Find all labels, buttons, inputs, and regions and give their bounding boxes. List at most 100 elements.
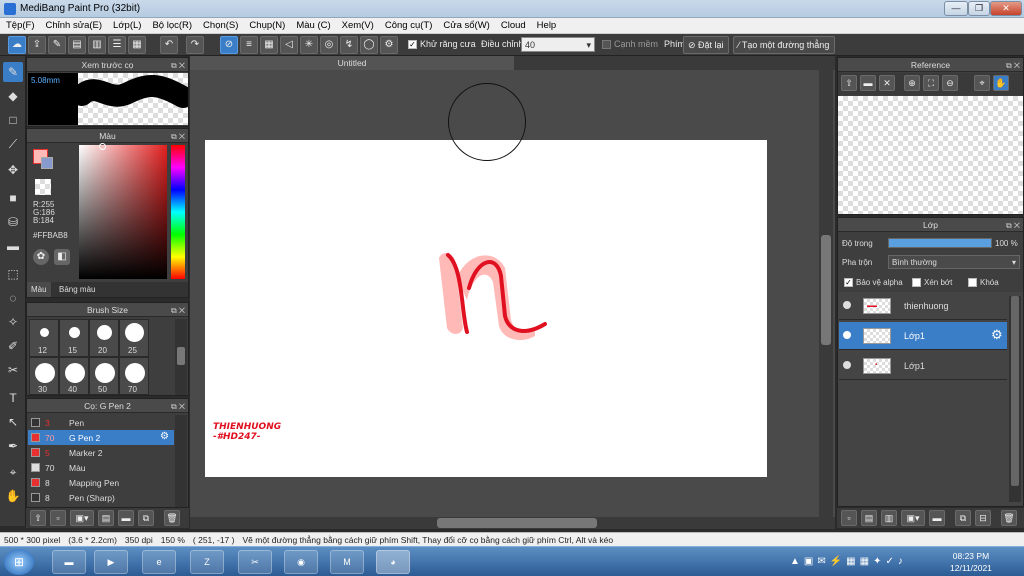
trash-icon[interactable]: 🗑 bbox=[164, 510, 180, 526]
scroll-thumb[interactable] bbox=[437, 518, 597, 528]
eyedropper-icon[interactable]: ⌖ bbox=[974, 75, 990, 91]
secondary-color-swatch[interactable] bbox=[41, 157, 53, 169]
document-icon[interactable]: ▥ bbox=[88, 36, 106, 54]
brush-size-scrollbar[interactable] bbox=[175, 319, 187, 395]
brush-row-pen[interactable]: 3 Pen bbox=[28, 415, 174, 430]
menu-filter[interactable]: Bộ lọc(R) bbox=[146, 18, 197, 31]
menu-cloud[interactable]: Cloud bbox=[495, 18, 531, 31]
clip-checkbox[interactable]: Xén bớt bbox=[912, 278, 952, 288]
eye-icon[interactable] bbox=[843, 331, 851, 339]
new-layer-icon[interactable]: ▫ bbox=[841, 510, 857, 526]
opacity-slider[interactable] bbox=[888, 238, 992, 248]
eyedropper-tool-icon[interactable]: ⌖ bbox=[3, 462, 23, 482]
undo-icon[interactable]: ↶ bbox=[160, 36, 178, 54]
menu-snap[interactable]: Chụp(N) bbox=[243, 18, 290, 31]
move-tool-icon[interactable]: ✥ bbox=[3, 160, 23, 180]
dot-tool-icon[interactable]: □ bbox=[3, 110, 23, 130]
bucket-tool-icon[interactable]: ⛁ bbox=[3, 212, 23, 232]
text-tool-icon[interactable]: T bbox=[3, 388, 23, 408]
cloud-icon[interactable]: ☁ bbox=[8, 36, 26, 54]
eraser-tool-icon[interactable]: ◆ bbox=[3, 86, 23, 106]
divide-tool-icon[interactable]: ✒ bbox=[3, 436, 23, 456]
fit-icon[interactable]: ⛶ bbox=[923, 75, 939, 91]
document-tab[interactable]: Untitled bbox=[190, 56, 514, 70]
colors-taskbar-icon[interactable]: ◕ bbox=[376, 550, 410, 574]
size-cell-40[interactable]: 40 bbox=[59, 357, 89, 395]
line-tool-icon[interactable]: ⟋ bbox=[3, 134, 23, 154]
brush-row-marker-2[interactable]: 5 Marker 2 bbox=[28, 445, 174, 460]
zoom-out-icon[interactable]: ⊖ bbox=[942, 75, 958, 91]
medibang-taskbar-icon[interactable]: M bbox=[330, 550, 364, 574]
radial-snap-icon[interactable]: ✳ bbox=[300, 36, 318, 54]
close-icon[interactable]: ✕ bbox=[879, 75, 895, 91]
select-eraser-tool-icon[interactable]: ✂ bbox=[3, 360, 23, 380]
lock-checkbox[interactable]: Khóa bbox=[968, 278, 999, 288]
brush-tool-icon[interactable]: ✎ bbox=[3, 62, 23, 82]
parallel-snap-icon[interactable]: ≡ bbox=[240, 36, 258, 54]
text-frame-icon[interactable]: ▤ bbox=[68, 36, 86, 54]
crisscross-snap-icon[interactable]: ▦ bbox=[260, 36, 278, 54]
brush-settings-icon[interactable]: ▤ bbox=[98, 510, 114, 526]
media-player-taskbar-icon[interactable]: ▶ bbox=[94, 550, 128, 574]
soft-edge-checkbox[interactable]: Cạnh mềm bbox=[602, 39, 658, 50]
trash-icon[interactable]: 🗑 bbox=[1001, 510, 1017, 526]
scroll-thumb[interactable] bbox=[1011, 296, 1019, 486]
folder-icon[interactable]: ▬ bbox=[860, 75, 876, 91]
hand-tool-icon[interactable]: ✋ bbox=[3, 486, 23, 506]
new-8bit-layer-icon[interactable]: ▤ bbox=[861, 510, 877, 526]
fill-rect-tool-icon[interactable]: ■ bbox=[3, 188, 23, 208]
hue-slider[interactable] bbox=[171, 145, 185, 279]
minimize-button[interactable]: — bbox=[944, 1, 968, 16]
ie-taskbar-icon[interactable]: e bbox=[142, 550, 176, 574]
comment-icon[interactable]: ✎ bbox=[48, 36, 66, 54]
size-cell-12[interactable]: 12 bbox=[29, 319, 59, 357]
layer-scrollbar[interactable] bbox=[1009, 296, 1021, 502]
gear-icon[interactable]: ⚙ bbox=[991, 327, 1003, 343]
menu-file[interactable]: Tệp(F) bbox=[0, 18, 40, 31]
menu-layer[interactable]: Lớp(L) bbox=[107, 18, 146, 31]
magic-wand-tool-icon[interactable]: ✧ bbox=[3, 312, 23, 332]
vertical-scrollbar[interactable] bbox=[819, 70, 833, 517]
tray-icons[interactable]: ▲▣✉⚡▦▦✦✓♪ bbox=[790, 556, 907, 567]
brush-list-scrollbar[interactable] bbox=[175, 415, 187, 507]
drawing-canvas[interactable]: THIENHUONG -#HD247- bbox=[205, 140, 767, 477]
close-button[interactable]: ✕ bbox=[990, 1, 1022, 16]
brush-row-mapping-pen[interactable]: 8 Mapping Pen bbox=[28, 475, 174, 490]
eye-icon[interactable] bbox=[843, 361, 851, 369]
layer-menu-icon[interactable]: ▣▾ bbox=[901, 510, 925, 526]
menu-window[interactable]: Cửa sổ(W) bbox=[437, 18, 494, 31]
layer-lop1-selected[interactable]: Lớp1 ⚙ bbox=[839, 322, 1007, 350]
grid-icon[interactable]: ▦ bbox=[128, 36, 146, 54]
tab-palette[interactable]: Bảng màu bbox=[55, 282, 99, 297]
layer-thienhuong[interactable]: ▬▬ thienhuong bbox=[839, 292, 1007, 320]
vanish-snap-icon[interactable]: ◁ bbox=[280, 36, 298, 54]
paint-taskbar-icon[interactable]: ✂ bbox=[238, 550, 272, 574]
snap-off-icon[interactable]: ⊘ bbox=[220, 36, 238, 54]
reference-view[interactable] bbox=[838, 96, 1023, 214]
import-icon[interactable]: ⇧ bbox=[841, 75, 857, 91]
color-history-icon[interactable]: ◧ bbox=[54, 249, 70, 265]
size-cell-30[interactable]: 30 bbox=[29, 357, 59, 395]
scroll-thumb[interactable] bbox=[177, 347, 185, 365]
menu-color[interactable]: Màu (C) bbox=[290, 18, 335, 31]
straight-line-button[interactable]: ⁄ Tạo một đường thẳng bbox=[733, 36, 835, 54]
panel-menu-icon[interactable]: ⧉ ✕ bbox=[171, 304, 185, 318]
zoom-in-icon[interactable]: ⊕ bbox=[904, 75, 920, 91]
size-cell-50[interactable]: 50 bbox=[89, 357, 119, 395]
circle-snap-icon[interactable]: ◎ bbox=[320, 36, 338, 54]
menu-select[interactable]: Chọn(S) bbox=[197, 18, 243, 31]
adjust-select[interactable]: 40 ▾ bbox=[521, 37, 595, 52]
menu-help[interactable]: Help bbox=[531, 18, 562, 31]
tab-color[interactable]: Màu bbox=[27, 282, 51, 297]
size-cell-20[interactable]: 20 bbox=[89, 319, 119, 357]
redo-icon[interactable]: ↷ bbox=[186, 36, 204, 54]
lasso-tool-icon[interactable]: ◌ bbox=[3, 288, 23, 308]
add-brush-icon[interactable]: ⇧ bbox=[30, 510, 46, 526]
scroll-thumb[interactable] bbox=[821, 235, 831, 345]
explorer-taskbar-icon[interactable]: ▬ bbox=[52, 550, 86, 574]
start-button[interactable]: ⊞ bbox=[4, 549, 34, 575]
panel-menu-icon[interactable]: ⧉ ✕ bbox=[171, 59, 185, 73]
folder-icon[interactable]: ▬ bbox=[118, 510, 134, 526]
select-tool-icon[interactable]: ⬚ bbox=[3, 264, 23, 284]
panel-menu-icon[interactable]: ⧉ ✕ bbox=[171, 400, 185, 414]
